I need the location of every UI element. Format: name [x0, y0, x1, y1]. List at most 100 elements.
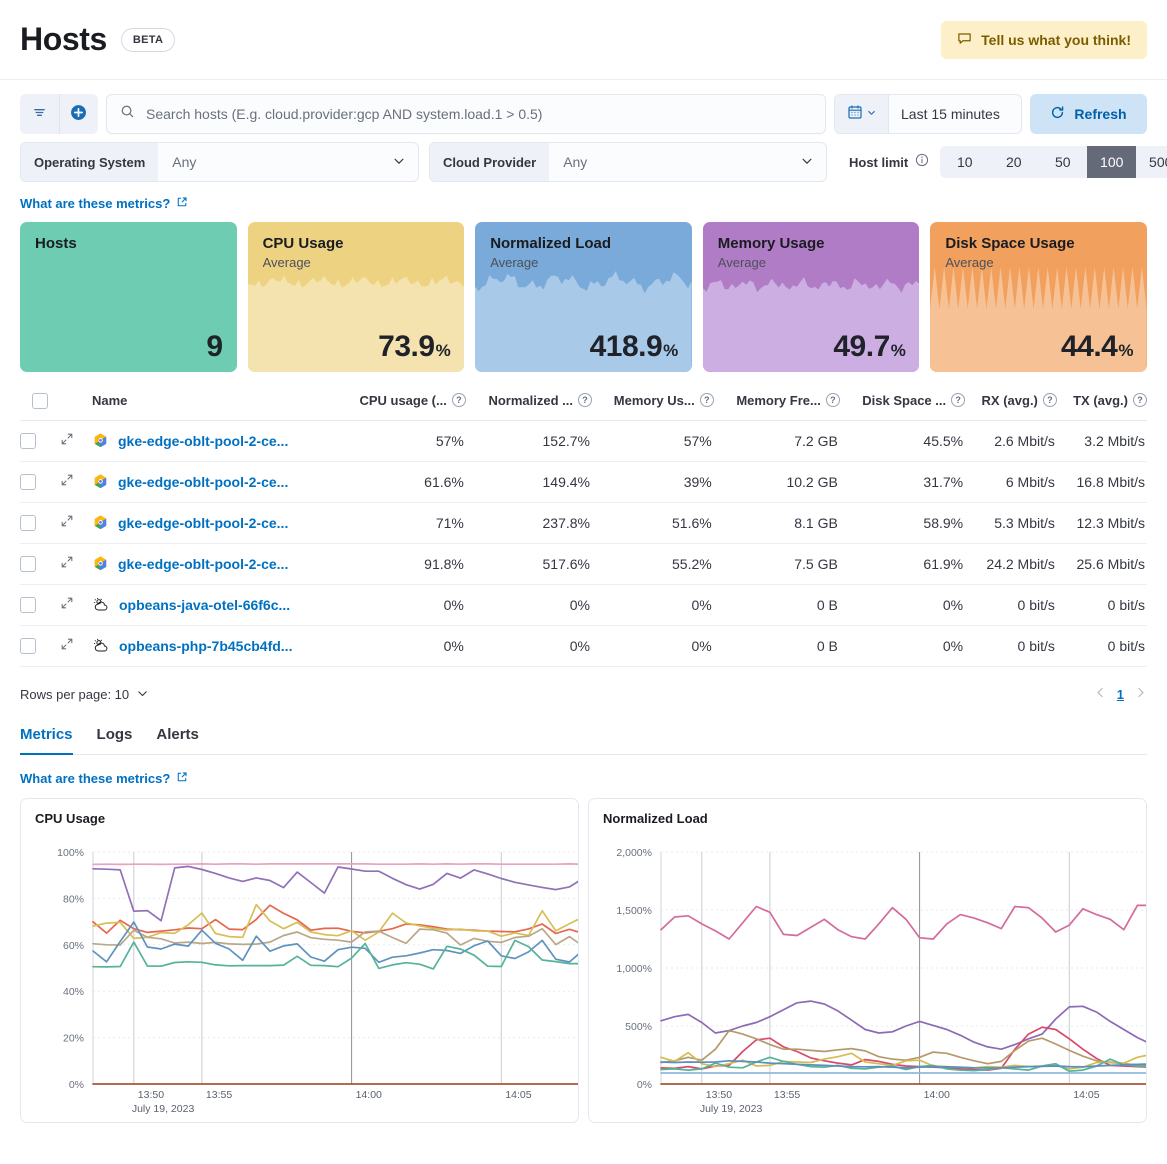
help-icon[interactable]: ?: [1043, 393, 1057, 407]
row-select-cell: [20, 461, 60, 502]
hosts-table-container: NameCPU usage (...?Normalized ...?Memory…: [20, 392, 1147, 667]
kpi-card-disk-space-usage[interactable]: Disk Space UsageAverage44.4%: [930, 222, 1147, 372]
row-checkbox[interactable]: [20, 515, 36, 531]
column-header-name[interactable]: Name: [92, 392, 336, 420]
search-icon: [120, 104, 135, 124]
chart-title: Normalized Load: [603, 811, 1132, 826]
host-limit-option-10[interactable]: 10: [940, 146, 989, 178]
help-icon[interactable]: ?: [578, 393, 592, 407]
column-header-memuse[interactable]: Memory Us...?: [592, 392, 714, 420]
time-picker[interactable]: Last 15 minutes: [834, 94, 1022, 134]
table-row[interactable]: gke-edge-oblt-pool-2-ce...61.6%149.4%39%…: [20, 461, 1147, 502]
cell-tx: 12.3 Mbit/s: [1057, 502, 1147, 543]
feedback-button[interactable]: Tell us what you think!: [941, 21, 1147, 59]
host-limit-button-group: 102050100500: [940, 146, 1167, 178]
host-name-link[interactable]: opbeans-java-otel-66f6c...: [119, 597, 290, 613]
page-controls: 1: [1094, 686, 1147, 703]
y-tick-label: 40%: [63, 986, 84, 998]
expand-icon[interactable]: [60, 515, 74, 531]
row-checkbox[interactable]: [20, 474, 36, 490]
row-checkbox[interactable]: [20, 556, 36, 572]
kpi-card-hosts[interactable]: Hosts9: [20, 222, 237, 372]
cell-disk: 58.9%: [840, 502, 965, 543]
cell-tx: 25.6 Mbit/s: [1057, 543, 1147, 584]
table-row[interactable]: opbeans-php-7b45cb4fd...0%0%0%0 B0%0 bit…: [20, 625, 1147, 666]
cell-tx: 16.8 Mbit/s: [1057, 461, 1147, 502]
host-name-link[interactable]: gke-edge-oblt-pool-2-ce...: [118, 474, 288, 490]
operating-system-filter[interactable]: Operating System Any: [20, 142, 419, 182]
chart-panel-cpu-usage[interactable]: CPU Usage0%20%40%60%80%100%13:5013:5514:…: [20, 798, 579, 1123]
hosts-table: NameCPU usage (...?Normalized ...?Memory…: [20, 392, 1147, 667]
column-header-rx[interactable]: RX (avg.)?: [965, 392, 1057, 420]
table-row[interactable]: gke-edge-oblt-pool-2-ce...91.8%517.6%55.…: [20, 543, 1147, 584]
search-bar[interactable]: Search hosts (E.g. cloud.provider:gcp AN…: [106, 94, 826, 134]
expand-icon[interactable]: [60, 597, 74, 613]
calendar-dropdown-button[interactable]: [835, 95, 889, 133]
help-icon[interactable]: ?: [700, 393, 714, 407]
tab-metrics[interactable]: Metrics: [20, 726, 73, 755]
host-limit-control: Host limit 102050100500: [849, 146, 1167, 178]
info-icon[interactable]: [915, 153, 929, 172]
what-are-these-metrics-link[interactable]: What are these metrics?: [20, 196, 188, 211]
cloud-provider-filter[interactable]: Cloud Provider Any: [429, 142, 827, 182]
help-icon[interactable]: ?: [452, 393, 466, 407]
expand-icon[interactable]: [60, 638, 74, 654]
charts-row: CPU Usage0%20%40%60%80%100%13:5013:5514:…: [20, 798, 1147, 1123]
gcp-icon: [92, 555, 109, 572]
host-limit-option-50[interactable]: 50: [1038, 146, 1087, 178]
table-row[interactable]: gke-edge-oblt-pool-2-ce...71%237.8%51.6%…: [20, 502, 1147, 543]
table-row[interactable]: gke-edge-oblt-pool-2-ce...57%152.7%57%7.…: [20, 420, 1147, 461]
help-icon[interactable]: ?: [951, 393, 965, 407]
column-header-cpu[interactable]: CPU usage (...?: [336, 392, 466, 420]
kpi-card-cpu-usage[interactable]: CPU UsageAverage73.9%: [248, 222, 465, 372]
row-checkbox[interactable]: [20, 597, 36, 613]
search-input[interactable]: Search hosts (E.g. cloud.provider:gcp AN…: [146, 106, 542, 122]
help-icon[interactable]: ?: [826, 393, 840, 407]
expand-icon[interactable]: [60, 433, 74, 449]
kpi-title: CPU Usage: [263, 235, 450, 252]
host-limit-option-100[interactable]: 100: [1087, 146, 1136, 178]
tab-logs[interactable]: Logs: [97, 726, 133, 755]
host-name-link[interactable]: opbeans-php-7b45cb4fd...: [119, 638, 292, 654]
row-checkbox[interactable]: [20, 638, 36, 654]
host-name-link[interactable]: gke-edge-oblt-pool-2-ce...: [118, 556, 288, 572]
next-page-button[interactable]: [1134, 686, 1147, 703]
cell-norm: 149.4%: [466, 461, 592, 502]
cell-memfree: 0 B: [714, 584, 840, 625]
kpi-value-unit: %: [663, 341, 678, 361]
host-name-link[interactable]: gke-edge-oblt-pool-2-ce...: [118, 515, 288, 531]
refresh-label: Refresh: [1074, 106, 1126, 122]
host-name-link[interactable]: gke-edge-oblt-pool-2-ce...: [118, 433, 288, 449]
host-limit-option-20[interactable]: 20: [989, 146, 1038, 178]
saved-queries-button[interactable]: [20, 94, 59, 134]
expand-icon[interactable]: [60, 474, 74, 490]
help-icon[interactable]: ?: [1133, 393, 1147, 407]
rows-per-page-select[interactable]: Rows per page: 10: [20, 687, 149, 703]
chart-panel-normalized-load[interactable]: Normalized Load0%500%1,000%1,500%2,000%1…: [588, 798, 1147, 1123]
chart-date-label: July 19, 2023: [700, 1103, 763, 1115]
what-are-these-metrics-link-2[interactable]: What are these metrics?: [20, 771, 188, 786]
expand-icon[interactable]: [60, 556, 74, 572]
column-header-disk[interactable]: Disk Space ...?: [840, 392, 965, 420]
add-filter-button[interactable]: [59, 94, 99, 134]
operating-system-select[interactable]: Any: [158, 143, 418, 181]
kpi-card-normalized-load[interactable]: Normalized LoadAverage418.9%: [475, 222, 692, 372]
host-limit-option-500[interactable]: 500: [1136, 146, 1167, 178]
time-range-label[interactable]: Last 15 minutes: [889, 95, 1021, 133]
column-header-tx[interactable]: TX (avg.)?: [1057, 392, 1147, 420]
select-all-checkbox[interactable]: [32, 393, 48, 409]
row-expand-cell: [60, 502, 92, 543]
tab-alerts[interactable]: Alerts: [156, 726, 199, 755]
row-checkbox[interactable]: [20, 433, 36, 449]
kpi-card-memory-usage[interactable]: Memory UsageAverage49.7%: [703, 222, 920, 372]
previous-page-button[interactable]: [1094, 686, 1107, 703]
cell-tx: 0 bit/s: [1057, 584, 1147, 625]
refresh-button[interactable]: Refresh: [1030, 94, 1147, 134]
cloud-provider-select[interactable]: Any: [549, 143, 826, 181]
table-row[interactable]: opbeans-java-otel-66f6c...0%0%0%0 B0%0 b…: [20, 584, 1147, 625]
column-header-norm[interactable]: Normalized ...?: [466, 392, 592, 420]
page-number-1[interactable]: 1: [1117, 687, 1124, 702]
cell-norm: 152.7%: [466, 420, 592, 461]
column-header-memfree[interactable]: Memory Fre...?: [714, 392, 840, 420]
kpi-title: Hosts: [35, 235, 222, 252]
